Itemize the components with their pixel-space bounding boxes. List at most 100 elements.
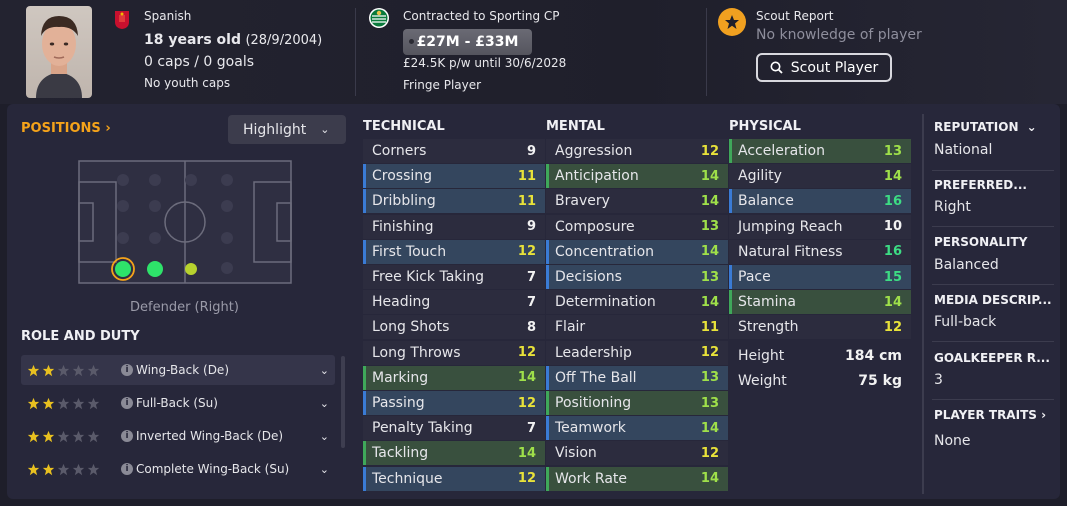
attribute-row[interactable]: First Touch 12 [363, 239, 545, 264]
attribute-row[interactable]: Agility 14 [729, 164, 911, 189]
chevron-down-icon[interactable]: ⌄ [320, 463, 329, 476]
chevron-right-icon: › [1041, 408, 1047, 422]
star-empty-icon [72, 397, 85, 409]
role-rating-stars [27, 430, 100, 443]
attribute-row[interactable]: Teamwork 14 [546, 416, 728, 441]
attribute-row[interactable]: Positioning 13 [546, 391, 728, 415]
personality-title: PERSONALITY [934, 235, 1028, 249]
info-separator [932, 399, 1054, 400]
attribute-row[interactable]: Vision 12 [546, 441, 728, 466]
position-label: Defender (Right) [130, 300, 239, 315]
attribute-name: Passing [372, 395, 425, 411]
attribute-name: Dribbling [372, 193, 436, 210]
attribute-row[interactable]: Heading 7 [363, 290, 545, 315]
attribute-row[interactable]: Jumping Reach 10 [729, 214, 911, 239]
preferred-foot-title: PREFERRED... [934, 178, 1027, 192]
attribute-row[interactable]: Bravery 14 [546, 189, 728, 214]
attribute-row[interactable]: Free Kick Taking 7 [363, 265, 545, 289]
preferred-foot-value: Right [934, 199, 971, 215]
nationality: Spanish [144, 9, 192, 23]
attribute-row[interactable]: Penalty Taking 7 [363, 416, 545, 441]
attribute-row[interactable]: Flair 11 [546, 315, 728, 340]
attribute-row[interactable]: Balance 16 [729, 189, 911, 214]
attribute-name: Balance [738, 193, 794, 210]
role-rating-stars [27, 397, 100, 410]
attribute-value: 12 [700, 345, 719, 361]
star-empty-icon [72, 364, 85, 376]
physical-title: PHYSICAL [729, 119, 801, 134]
attribute-row[interactable]: Long Shots 8 [363, 315, 545, 340]
attribute-value: 14 [700, 471, 719, 487]
info-icon[interactable]: i [121, 463, 133, 475]
attribute-row[interactable]: Corners 9 [363, 139, 545, 163]
chevron-down-icon[interactable]: ⌄ [320, 364, 329, 377]
attribute-value: 15 [883, 269, 902, 285]
chevron-down-icon[interactable]: ⌄ [320, 430, 329, 443]
attribute-row[interactable]: Aggression 12 [546, 139, 728, 163]
positions-title: POSITIONS [21, 121, 101, 136]
attribute-name: Determination [555, 294, 656, 311]
attribute-row[interactable]: Acceleration 13 [729, 139, 911, 163]
attribute-row[interactable]: Off The Ball 13 [546, 365, 728, 390]
role-duty-title: ROLE AND DUTY [21, 329, 140, 344]
attribute-name: Jumping Reach [738, 218, 843, 235]
attribute-value: 16 [883, 244, 902, 260]
star-empty-icon [57, 397, 70, 409]
attribute-row[interactable]: Work Rate 14 [546, 466, 728, 491]
info-icon[interactable]: i [121, 364, 133, 376]
attribute-row[interactable]: Decisions 13 [546, 265, 728, 289]
attribute-value: 12 [517, 244, 536, 260]
role-name: Full-Back (Su) [136, 396, 218, 410]
attribute-row[interactable]: Determination 14 [546, 290, 728, 315]
attribute-row[interactable]: Natural Fitness 16 [729, 239, 911, 264]
star-empty-icon [87, 397, 100, 409]
attribute-row[interactable]: Finishing 9 [363, 214, 545, 239]
attribute-row[interactable]: Technique 12 [363, 466, 545, 491]
scout-report-title: Scout Report [756, 9, 834, 23]
attribute-row[interactable]: Stamina 14 [729, 290, 911, 315]
attribute-row[interactable]: Composure 13 [546, 214, 728, 239]
info-icon[interactable]: i [121, 397, 133, 409]
scout-player-button[interactable]: Scout Player [756, 53, 892, 82]
attribute-name: Aggression [555, 143, 633, 159]
attribute-value: 14 [517, 370, 536, 386]
attribute-name: Free Kick Taking [372, 269, 485, 285]
weight-value: 75 kg [858, 373, 902, 389]
chevron-down-icon[interactable]: ⌄ [320, 397, 329, 410]
role-name: Wing-Back (De) [136, 363, 229, 377]
attribute-value: 13 [700, 269, 719, 285]
attribute-name: Teamwork [555, 420, 626, 437]
attribute-row[interactable]: Passing 12 [363, 391, 545, 415]
attribute-row[interactable]: Long Throws 12 [363, 340, 545, 365]
highlight-dropdown[interactable]: Highlight ⌄ [228, 115, 346, 144]
attribute-value: 12 [517, 345, 536, 361]
reputation-value: National [934, 142, 993, 158]
attribute-row[interactable]: Pace 15 [729, 265, 911, 289]
reputation-title[interactable]: REPUTATION ⌄ [934, 120, 1037, 134]
attribute-row[interactable]: Marking 14 [363, 365, 545, 390]
height-value: 184 cm [845, 348, 902, 364]
attribute-row[interactable]: Anticipation 14 [546, 164, 728, 189]
attribute-name: Corners [372, 143, 427, 159]
attribute-value: 12 [517, 471, 536, 487]
player-traits-link[interactable]: PLAYER TRAITS › [934, 408, 1046, 422]
role-row[interactable]: i Full-Back (Su) ⌄ [21, 388, 335, 418]
attribute-row[interactable]: Leadership 12 [546, 340, 728, 365]
squad-status: Fringe Player [403, 78, 482, 92]
attribute-name: Off The Ball [555, 369, 637, 386]
role-row[interactable]: i Wing-Back (De) ⌄ [21, 355, 335, 385]
roles-scrollbar[interactable] [341, 356, 345, 448]
info-icon[interactable]: i [121, 430, 133, 442]
positions-link[interactable]: POSITIONS › [21, 121, 111, 136]
star-filled-icon [42, 430, 55, 442]
attribute-row[interactable]: Crossing 11 [363, 164, 545, 189]
attribute-row[interactable]: Tackling 14 [363, 441, 545, 466]
role-row[interactable]: i Inverted Wing-Back (De) ⌄ [21, 421, 335, 451]
role-rating-stars [27, 364, 100, 377]
attribute-row[interactable]: Strength 12 [729, 315, 911, 340]
role-row[interactable]: i Complete Wing-Back (Su) ⌄ [21, 454, 335, 484]
attribute-row[interactable]: Dribbling 11 [363, 189, 545, 214]
attribute-name: Natural Fitness [738, 243, 843, 260]
attribute-row[interactable]: Concentration 14 [546, 239, 728, 264]
star-filled-icon [27, 463, 40, 475]
